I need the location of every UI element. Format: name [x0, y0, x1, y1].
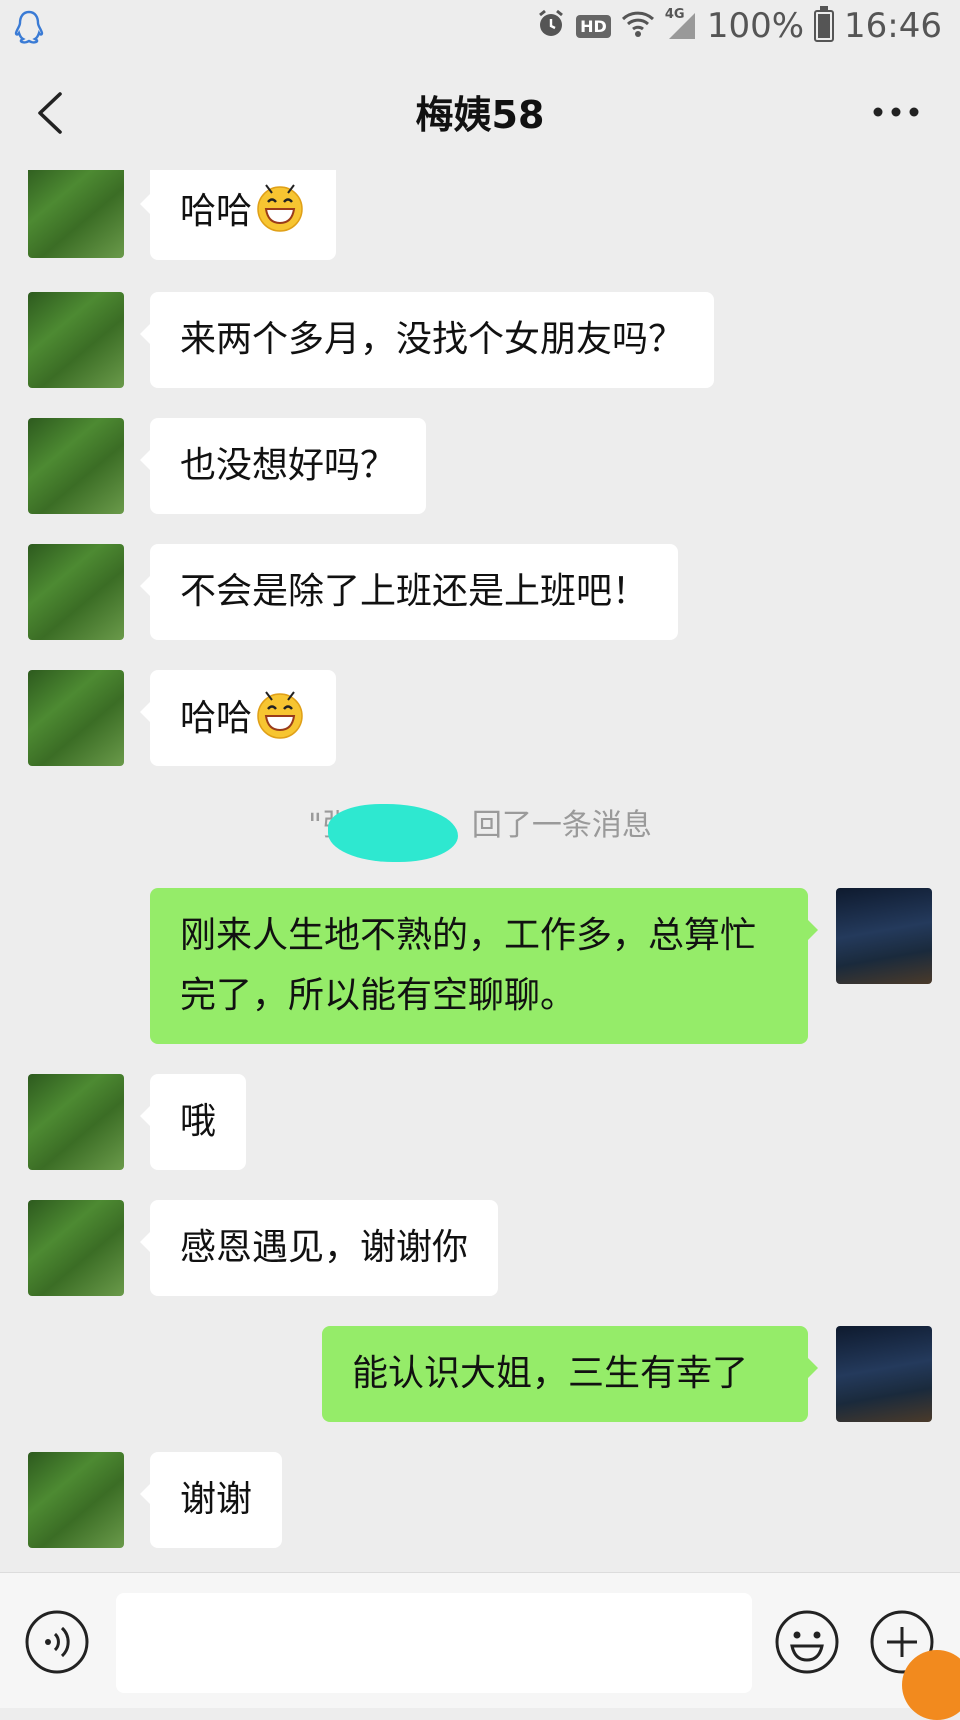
input-bar — [0, 1572, 960, 1720]
message-text: 谢谢 — [180, 1479, 253, 1520]
battery-percent: 100% — [706, 6, 805, 46]
grinning-face-emoji — [257, 691, 303, 739]
contact-avatar[interactable] — [28, 292, 124, 388]
message-bubble[interactable]: 哦 — [139, 1074, 247, 1170]
message-bubble[interactable]: 来两个多月，没找个女朋友吗？ — [139, 292, 715, 388]
recall-notice: "张回了一条消息 — [0, 800, 960, 844]
message-bubble[interactable]: 不会是除了上班还是上班吧！ — [139, 544, 679, 640]
my-avatar[interactable] — [836, 888, 932, 984]
message-text: 来两个多月，没找个女朋友吗？ — [180, 319, 685, 360]
voice-button[interactable] — [24, 1609, 90, 1675]
grinning-face-emoji — [257, 184, 303, 232]
message-text: 不会是除了上班还是上班吧！ — [180, 571, 649, 612]
contact-avatar[interactable] — [28, 1074, 124, 1170]
contact-avatar[interactable] — [28, 170, 124, 258]
voice-icon — [25, 1610, 89, 1674]
message-input[interactable] — [116, 1593, 752, 1693]
message-bubble[interactable]: 哈哈 — [139, 670, 337, 766]
emoji-button[interactable] — [774, 1609, 840, 1675]
contact-avatar[interactable] — [28, 1452, 124, 1548]
qq-penguin-icon — [14, 10, 44, 50]
signal-4g-icon: 4G — [665, 7, 697, 41]
floating-link-icon[interactable] — [902, 1650, 960, 1720]
message-text: 哈哈 — [180, 698, 253, 739]
message-bubble[interactable]: 哈哈 — [139, 170, 337, 260]
message-text: 哈哈 — [180, 191, 253, 232]
battery-icon — [814, 6, 835, 42]
message-text: 刚来人生地不熟的，工作多，总算忙完了，所以能有空聊聊。 — [180, 915, 757, 1016]
message-bubble[interactable]: 感恩遇见，谢谢你 — [139, 1200, 499, 1296]
message-bubble[interactable]: 谢谢 — [139, 1452, 283, 1548]
my-avatar[interactable] — [836, 1326, 932, 1422]
message-text: 哦 — [180, 1101, 217, 1142]
message-text: 也没想好吗？ — [180, 445, 397, 486]
recall-notice-text: 回了一条消息 — [471, 808, 652, 843]
more-button[interactable] — [872, 100, 920, 124]
wifi-icon — [621, 10, 655, 42]
message-bubble[interactable]: 能认识大姐，三生有幸了 — [322, 1326, 818, 1422]
contact-avatar[interactable] — [28, 544, 124, 640]
hd-icon: HD — [576, 14, 611, 38]
emoji-icon — [775, 1610, 839, 1674]
network-type-label: 4G — [664, 7, 685, 22]
chat-header: 梅姨58 — [0, 58, 960, 170]
message-bubble[interactable]: 也没想好吗？ — [139, 418, 427, 514]
status-bar: HD 4G 100% 16:46 — [0, 0, 960, 58]
message-text: 能认识大姐，三生有幸了 — [352, 1353, 749, 1394]
chat-title: 梅姨58 — [415, 93, 545, 137]
message-bubble[interactable]: 刚来人生地不熟的，工作多，总算忙完了，所以能有空聊聊。 — [150, 888, 818, 1044]
contact-avatar[interactable] — [28, 670, 124, 766]
clock: 16:46 — [844, 6, 942, 46]
contact-avatar[interactable] — [28, 1200, 124, 1296]
contact-avatar[interactable] — [28, 418, 124, 514]
message-list[interactable]: 哈哈 来两个多月，没找个女朋友吗？ 也没想好吗？ 不会是除了上班还是上班吧！ 哈… — [0, 170, 960, 1572]
more-dots-icon — [873, 107, 919, 117]
alarm-icon — [536, 9, 566, 43]
message-text: 感恩遇见，谢谢你 — [180, 1227, 469, 1268]
